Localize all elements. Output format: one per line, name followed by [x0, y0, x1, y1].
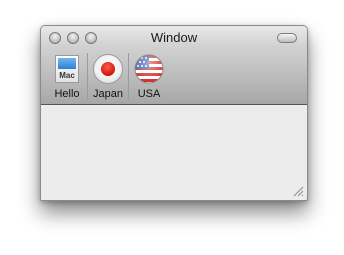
mac-icon-text: Mac	[59, 71, 75, 80]
resize-handle-icon[interactable]	[293, 186, 304, 197]
toolbar-item-hello[interactable]: Mac Hello	[47, 53, 87, 100]
window-title: Window	[150, 30, 198, 45]
app-window: Window Mac Hello Japan USA	[40, 25, 308, 201]
toolbar-item-japan[interactable]: Japan	[87, 53, 128, 100]
toolbar-toggle-button[interactable]	[277, 33, 297, 43]
mac-icon: Mac	[51, 53, 83, 85]
toolbar-item-label: Japan	[93, 88, 123, 100]
usa-flag-icon	[133, 53, 165, 85]
toolbar-item-label: Hello	[54, 88, 80, 100]
japan-flag-icon	[92, 53, 124, 85]
toolbar-item-label: USA	[137, 88, 161, 100]
toolbar: Mac Hello Japan USA	[47, 53, 169, 100]
title-bar: Window Mac Hello Japan USA	[41, 26, 307, 105]
toolbar-item-usa[interactable]: USA	[128, 53, 169, 100]
